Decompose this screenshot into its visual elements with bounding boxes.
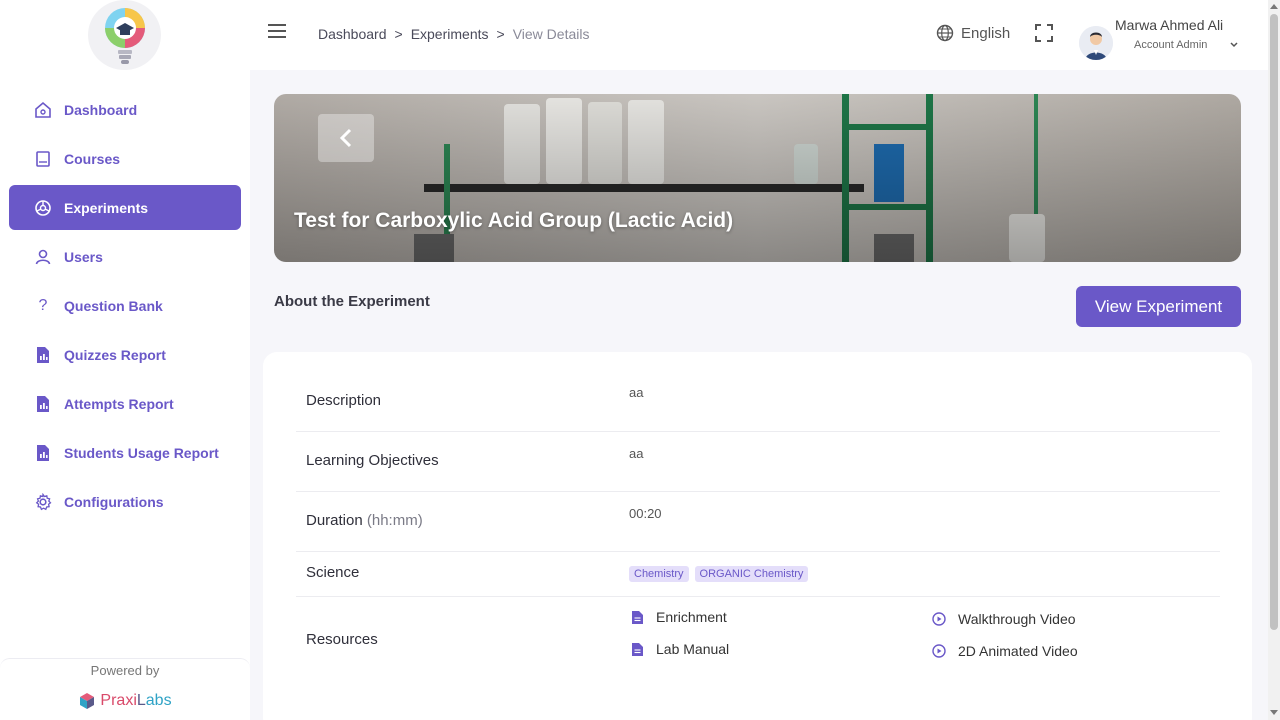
breadcrumb: Dashboard > Experiments > View Details xyxy=(318,26,589,42)
sidebar-item-quizzes-report[interactable]: Quizzes Report xyxy=(9,332,241,377)
resource-label: Walkthrough Video xyxy=(958,611,1076,627)
detail-row-science: Science Chemistry ORGANIC Chemistry xyxy=(296,552,1220,597)
sidebar-item-experiments[interactable]: Experiments xyxy=(9,185,241,230)
document-icon xyxy=(632,642,643,656)
experiment-title: Test for Carboxylic Acid Group (Lactic A… xyxy=(294,209,734,232)
learning-objectives-label: Learning Objectives xyxy=(306,452,439,469)
detail-row-learning-objectives: Learning Objectives aa xyxy=(296,432,1220,492)
top-header: Dashboard > Experiments > View Details E… xyxy=(250,0,1268,70)
book-icon xyxy=(33,149,53,169)
section-heading: About the Experiment xyxy=(274,293,430,310)
app-logo[interactable] xyxy=(88,0,161,70)
science-tag: ORGANIC Chemistry xyxy=(694,566,809,582)
powered-by-label: Powered by xyxy=(90,663,160,678)
lightbulb-logo-icon xyxy=(104,8,145,64)
resource-label: Enrichment xyxy=(656,609,727,625)
sidebar-item-label: Students Usage Report xyxy=(64,444,219,461)
sidebar-item-question-bank[interactable]: ? Question Bank xyxy=(9,283,241,328)
detail-row-duration: Duration (hh:mm) 00:20 xyxy=(296,492,1220,552)
description-label: Description xyxy=(306,392,382,409)
question-icon: ? xyxy=(38,296,48,314)
cube-logo-icon xyxy=(80,693,95,709)
sidebar-item-students-usage-report[interactable]: Students Usage Report xyxy=(9,430,241,475)
sidebar-item-attempts-report[interactable]: Attempts Report xyxy=(9,381,241,426)
resource-walkthrough-video[interactable]: Walkthrough Video xyxy=(932,611,1076,627)
report-icon xyxy=(33,345,53,365)
detail-row-description: Description aa xyxy=(296,352,1220,432)
resource-label: 2D Animated Video xyxy=(958,643,1078,659)
duration-label-text: Duration xyxy=(306,512,363,529)
duration-unit: (hh:mm) xyxy=(366,512,423,529)
experiment-details-card: Description aa Learning Objectives aa Du… xyxy=(263,352,1252,720)
language-selector[interactable]: English xyxy=(936,24,1010,42)
resource-lab-manual[interactable]: Lab Manual xyxy=(631,641,729,657)
scroll-down-arrow[interactable] xyxy=(1270,710,1278,715)
sidebar-item-label: Courses xyxy=(64,150,121,167)
breadcrumb-experiments[interactable]: Experiments xyxy=(411,26,489,42)
report-icon xyxy=(33,394,53,414)
document-icon xyxy=(632,610,643,624)
sidebar-item-label: Question Bank xyxy=(64,297,163,314)
back-button[interactable] xyxy=(318,114,374,162)
lab-banner-image xyxy=(274,94,1241,262)
user-icon xyxy=(33,247,53,267)
home-icon xyxy=(33,100,53,120)
sidebar-item-courses[interactable]: Courses xyxy=(9,136,241,181)
brand-logo[interactable]: Praxi Labs xyxy=(0,692,250,710)
sidebar-item-configurations[interactable]: Configurations xyxy=(9,479,241,524)
breadcrumb-current: View Details xyxy=(512,26,590,42)
chevron-left-icon xyxy=(339,128,352,148)
fullscreen-icon[interactable] xyxy=(1034,23,1054,43)
duration-value: 00:20 xyxy=(629,506,662,521)
user-name[interactable]: Marwa Ahmed Ali xyxy=(1115,17,1223,33)
play-circle-icon xyxy=(932,612,946,626)
avatar[interactable] xyxy=(1079,26,1113,60)
scroll-thumb[interactable] xyxy=(1270,14,1278,630)
brand-text-3: abs xyxy=(145,692,172,709)
breadcrumb-separator: > xyxy=(394,26,403,42)
sidebar-item-label: Configurations xyxy=(64,493,164,510)
sidebar-item-dashboard[interactable]: Dashboard xyxy=(9,87,241,132)
sidebar-item-label: Users xyxy=(64,248,103,265)
science-tag: Chemistry xyxy=(629,566,689,582)
duration-label: Duration (hh:mm) xyxy=(306,512,423,529)
resource-label: Lab Manual xyxy=(656,641,730,657)
report-icon xyxy=(33,443,53,463)
sidebar-item-users[interactable]: Users xyxy=(9,234,241,279)
resource-enrichment[interactable]: Enrichment xyxy=(631,609,727,625)
learning-objectives-value: aa xyxy=(629,446,644,461)
resource-2d-animated-video[interactable]: 2D Animated Video xyxy=(932,643,1078,659)
brand-text-2: L xyxy=(136,692,146,709)
sidebar-nav: Dashboard Courses Experiments Users ? Qu… xyxy=(9,87,241,528)
gear-icon xyxy=(33,492,53,512)
breadcrumb-separator: > xyxy=(496,26,505,42)
user-avatar-icon xyxy=(1079,26,1113,60)
globe-icon xyxy=(936,24,954,42)
science-tags: Chemistry ORGANIC Chemistry xyxy=(629,565,814,582)
chevron-down-icon[interactable] xyxy=(1229,37,1239,48)
detail-row-resources: Resources Enrichment Lab Manual Walkthro… xyxy=(296,597,1220,687)
sidebar-item-label: Quizzes Report xyxy=(64,346,166,363)
experiment-icon xyxy=(33,198,53,218)
resources-label: Resources xyxy=(306,631,378,648)
sidebar: Dashboard Courses Experiments Users ? Qu… xyxy=(0,0,250,720)
play-circle-icon xyxy=(932,644,946,658)
user-role: Account Admin xyxy=(1134,39,1208,51)
page-scrollbar[interactable] xyxy=(1268,0,1280,720)
science-label: Science xyxy=(306,564,360,581)
view-experiment-button[interactable]: View Experiment xyxy=(1076,286,1241,327)
language-label: English xyxy=(961,24,1011,42)
powered-by-footer: Powered by Praxi Labs xyxy=(0,658,250,720)
sidebar-item-label: Experiments xyxy=(64,199,149,216)
experiment-banner: Test for Carboxylic Acid Group (Lactic A… xyxy=(274,94,1241,262)
scroll-up-arrow[interactable] xyxy=(1270,4,1278,9)
sidebar-item-label: Attempts Report xyxy=(64,395,174,412)
hamburger-menu-icon[interactable] xyxy=(268,24,286,40)
sidebar-item-label: Dashboard xyxy=(64,101,138,118)
breadcrumb-dashboard[interactable]: Dashboard xyxy=(318,26,387,42)
brand-text-1: Praxi xyxy=(100,692,137,709)
description-value: aa xyxy=(629,385,644,400)
